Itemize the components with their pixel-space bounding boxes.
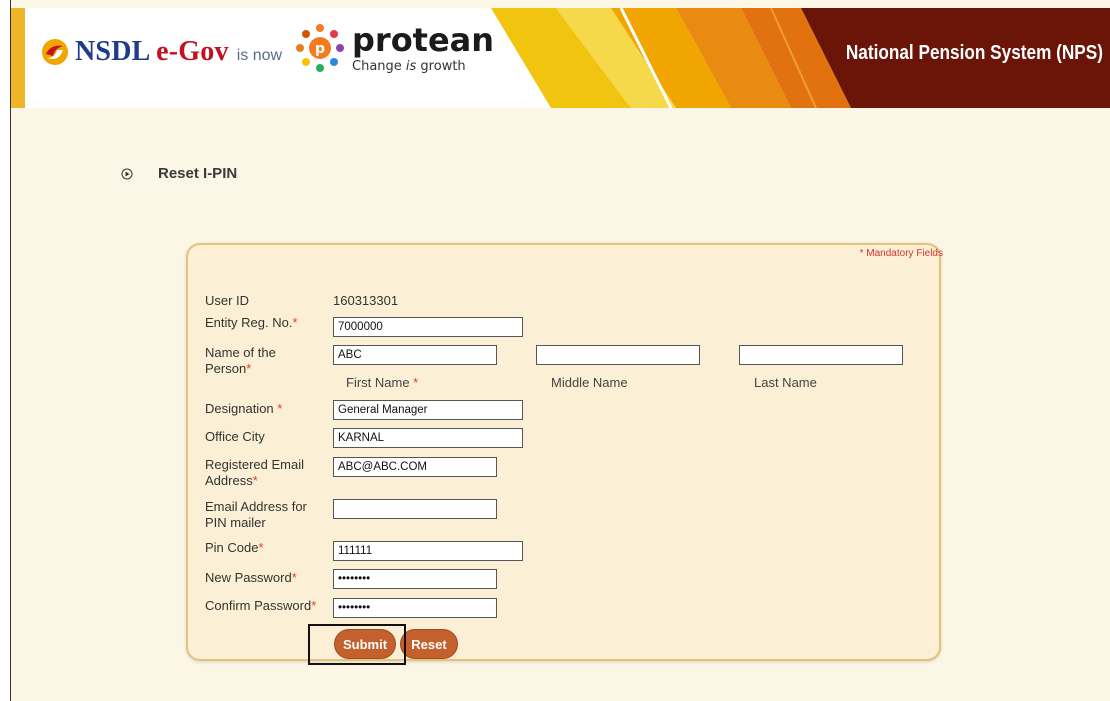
svg-text:p: p <box>315 41 325 57</box>
is-now-text: is now <box>236 47 283 64</box>
new-password-label: New Password* <box>205 570 297 585</box>
pin-mailer-email-label: Email Address for PIN mailer <box>205 499 307 530</box>
confirm-password-label: Confirm Password* <box>205 598 317 613</box>
registered-email-label: Registered Email Address* <box>205 457 304 488</box>
circle-arrow-icon <box>121 168 133 179</box>
reset-button[interactable]: Reset <box>400 629 458 659</box>
entity-reg-label: Entity Reg. No.* <box>205 315 298 330</box>
person-name-label: Name of the Person* <box>205 345 276 376</box>
submit-highlight-box <box>308 624 406 665</box>
designation-input[interactable] <box>333 400 523 420</box>
designation-label: Designation * <box>205 401 283 416</box>
nsdl-swirl-icon <box>42 39 68 65</box>
office-city-label: Office City <box>205 429 265 444</box>
entity-reg-input[interactable] <box>333 317 523 337</box>
pin-code-label: Pin Code* <box>205 540 264 555</box>
pin-code-input[interactable] <box>333 541 523 561</box>
pin-mailer-email-input[interactable] <box>333 499 497 519</box>
first-name-caption: First Name * <box>346 375 419 390</box>
middle-name-input[interactable] <box>536 345 700 365</box>
user-id-label: User ID <box>205 293 250 308</box>
nsdl-egov-logo[interactable]: NSDL e-Gov is now <box>41 36 290 68</box>
nsdl-wordmark: NSDL e-Gov <box>75 36 229 67</box>
page-title: Reset I-PIN <box>158 165 238 182</box>
confirm-password-input[interactable] <box>333 598 497 618</box>
site-header: NSDL e-Gov is now p protean Change is gr… <box>11 8 1110 108</box>
first-name-input[interactable] <box>333 345 497 365</box>
user-id-value: 160313301 <box>333 293 399 308</box>
protean-tagline: Change is growth <box>352 58 466 74</box>
protean-logo[interactable]: p protean Change is growth <box>294 22 494 74</box>
new-password-input[interactable] <box>333 569 497 589</box>
last-name-input[interactable] <box>739 345 903 365</box>
last-name-caption: Last Name <box>754 375 817 390</box>
page-heading: Reset I-PIN <box>121 165 237 182</box>
middle-name-caption: Middle Name <box>551 375 628 390</box>
protean-emblem-icon: p <box>296 24 344 72</box>
mandatory-fields-note: * Mandatory Fields <box>859 248 943 259</box>
office-city-input[interactable] <box>333 428 523 448</box>
reset-ipin-form: * Mandatory Fields User ID 160313301 Ent… <box>186 243 943 665</box>
page-frame: NSDL e-Gov is now p protean Change is gr… <box>10 0 1110 701</box>
registered-email-input[interactable] <box>333 457 497 477</box>
system-title: National Pension System (NPS) <box>845 42 1103 64</box>
protean-wordmark: protean <box>352 20 495 59</box>
